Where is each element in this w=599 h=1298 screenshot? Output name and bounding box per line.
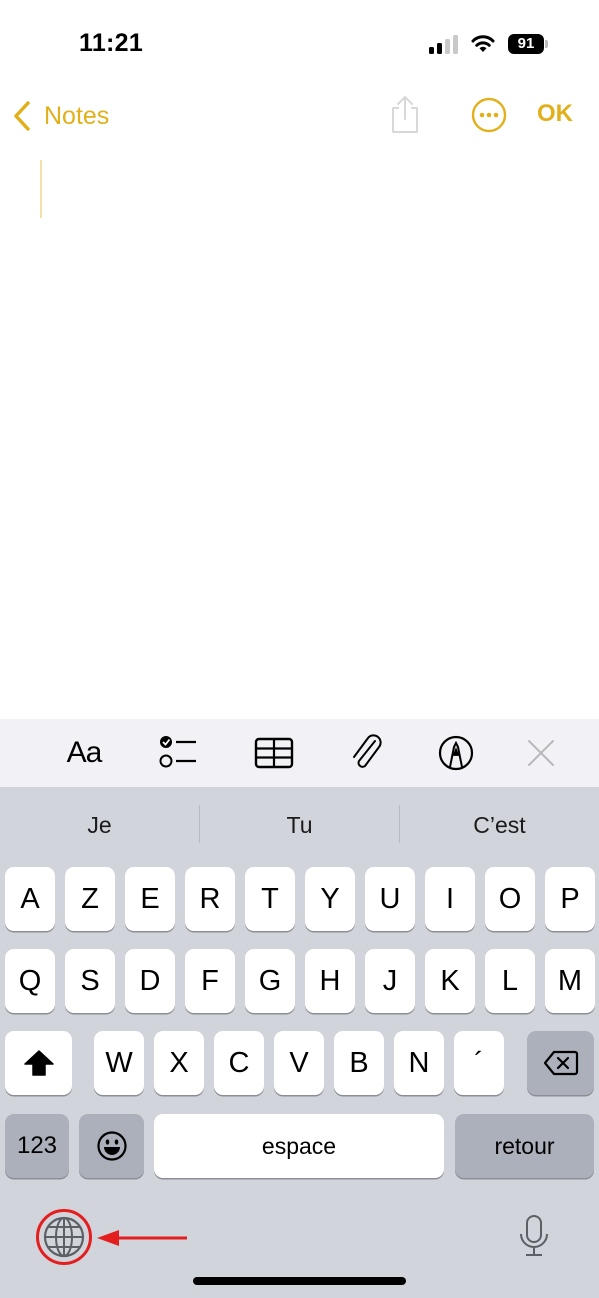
- key-t[interactable]: T: [245, 867, 295, 931]
- battery-icon: 91: [508, 34, 544, 54]
- text-cursor: [40, 160, 42, 218]
- key-y[interactable]: Y: [305, 867, 355, 931]
- key-q[interactable]: Q: [5, 949, 55, 1013]
- key-p[interactable]: P: [545, 867, 595, 931]
- numbers-key[interactable]: 123: [5, 1114, 69, 1178]
- key-c[interactable]: C: [214, 1031, 264, 1095]
- highlight-circle-annotation: [36, 1209, 92, 1265]
- suggestion-bar: Je Tu C’est: [0, 787, 599, 863]
- back-button[interactable]: Notes: [12, 98, 109, 134]
- share-icon[interactable]: [388, 94, 422, 136]
- shift-key[interactable]: [5, 1031, 72, 1095]
- key-w[interactable]: W: [94, 1031, 144, 1095]
- key-f[interactable]: F: [185, 949, 235, 1013]
- key-o[interactable]: O: [485, 867, 535, 931]
- text-style-button[interactable]: Aa: [60, 733, 108, 773]
- key-g[interactable]: G: [245, 949, 295, 1013]
- suggestion-item[interactable]: Tu: [200, 787, 399, 863]
- key-s[interactable]: S: [65, 949, 115, 1013]
- backspace-icon: [543, 1050, 578, 1076]
- key-v[interactable]: V: [274, 1031, 324, 1095]
- back-label: Notes: [44, 101, 110, 130]
- delete-key[interactable]: [527, 1031, 594, 1095]
- status-bar: 11:21 91: [0, 0, 599, 80]
- table-icon[interactable]: [254, 733, 294, 773]
- wifi-icon: [471, 35, 495, 52]
- markup-pen-icon[interactable]: [437, 733, 475, 773]
- space-key[interactable]: espace: [154, 1114, 444, 1178]
- ok-button[interactable]: OK: [537, 100, 573, 128]
- emoji-key[interactable]: [79, 1114, 144, 1178]
- key-b[interactable]: B: [334, 1031, 384, 1095]
- status-time: 11:21: [79, 29, 144, 57]
- navigation-bar: Notes OK: [0, 90, 599, 142]
- key-d[interactable]: D: [125, 949, 175, 1013]
- key-h[interactable]: H: [305, 949, 355, 1013]
- chevron-left-icon: [14, 101, 30, 131]
- home-indicator[interactable]: [193, 1277, 406, 1285]
- microphone-icon[interactable]: [518, 1214, 550, 1258]
- shift-arrow-icon: [23, 1050, 54, 1076]
- key-r[interactable]: R: [185, 867, 235, 931]
- arrow-left-annotation: [97, 1230, 187, 1246]
- suggestion-item[interactable]: Je: [0, 787, 199, 863]
- cellular-signal-icon: [429, 35, 461, 54]
- battery-nub: [545, 40, 548, 48]
- key-u[interactable]: U: [365, 867, 415, 931]
- key-j[interactable]: J: [365, 949, 415, 1013]
- key-m[interactable]: M: [545, 949, 595, 1013]
- more-ellipsis-icon[interactable]: [471, 97, 507, 133]
- key-i[interactable]: I: [425, 867, 475, 931]
- key-z[interactable]: Z: [65, 867, 115, 931]
- key-k[interactable]: K: [425, 949, 475, 1013]
- close-icon[interactable]: [524, 733, 558, 773]
- checklist-icon[interactable]: [158, 733, 198, 773]
- key-acute-accent[interactable]: ´: [454, 1031, 504, 1095]
- emoji-face-icon: [96, 1131, 127, 1161]
- key-e[interactable]: E: [125, 867, 175, 931]
- suggestion-item[interactable]: C’est: [400, 787, 599, 863]
- return-key[interactable]: retour: [455, 1114, 594, 1178]
- paperclip-icon[interactable]: [348, 733, 384, 773]
- key-a[interactable]: A: [5, 867, 55, 931]
- key-n[interactable]: N: [394, 1031, 444, 1095]
- format-toolbar: Aa: [0, 719, 599, 787]
- key-x[interactable]: X: [154, 1031, 204, 1095]
- key-l[interactable]: L: [485, 949, 535, 1013]
